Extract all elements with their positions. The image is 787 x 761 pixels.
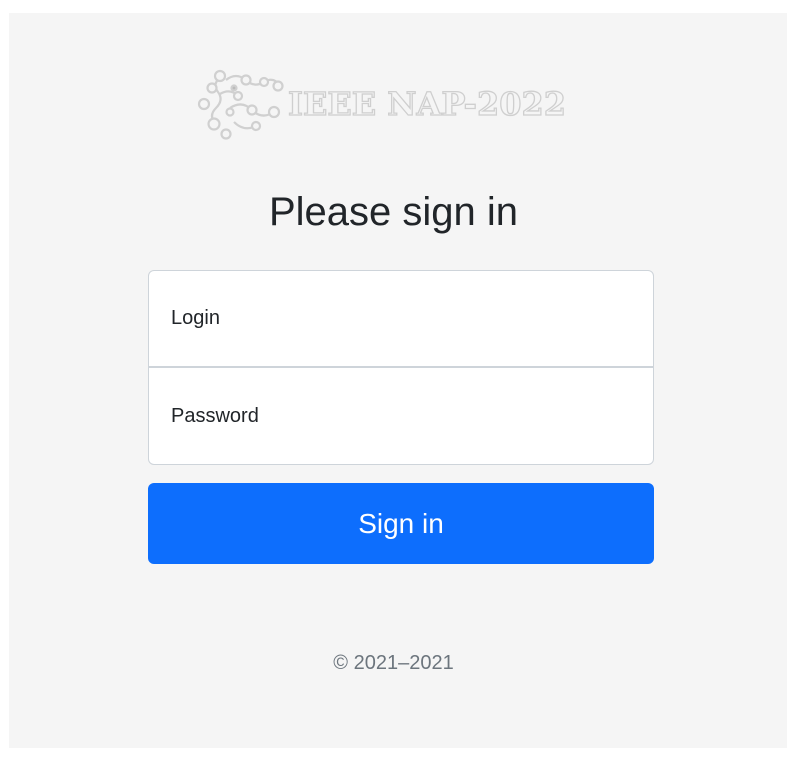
sign-in-button[interactable]: Sign in <box>148 483 654 564</box>
conference-logo: IEEE NAP-2022 <box>190 64 610 144</box>
password-input[interactable] <box>148 367 654 465</box>
logo-text: IEEE NAP-2022 <box>287 84 567 123</box>
copyright-footer: © 2021–2021 <box>333 652 454 674</box>
login-input[interactable] <box>148 270 654 367</box>
page-title: Please sign in <box>268 190 519 234</box>
molecule-network-logo-icon <box>197 69 284 140</box>
